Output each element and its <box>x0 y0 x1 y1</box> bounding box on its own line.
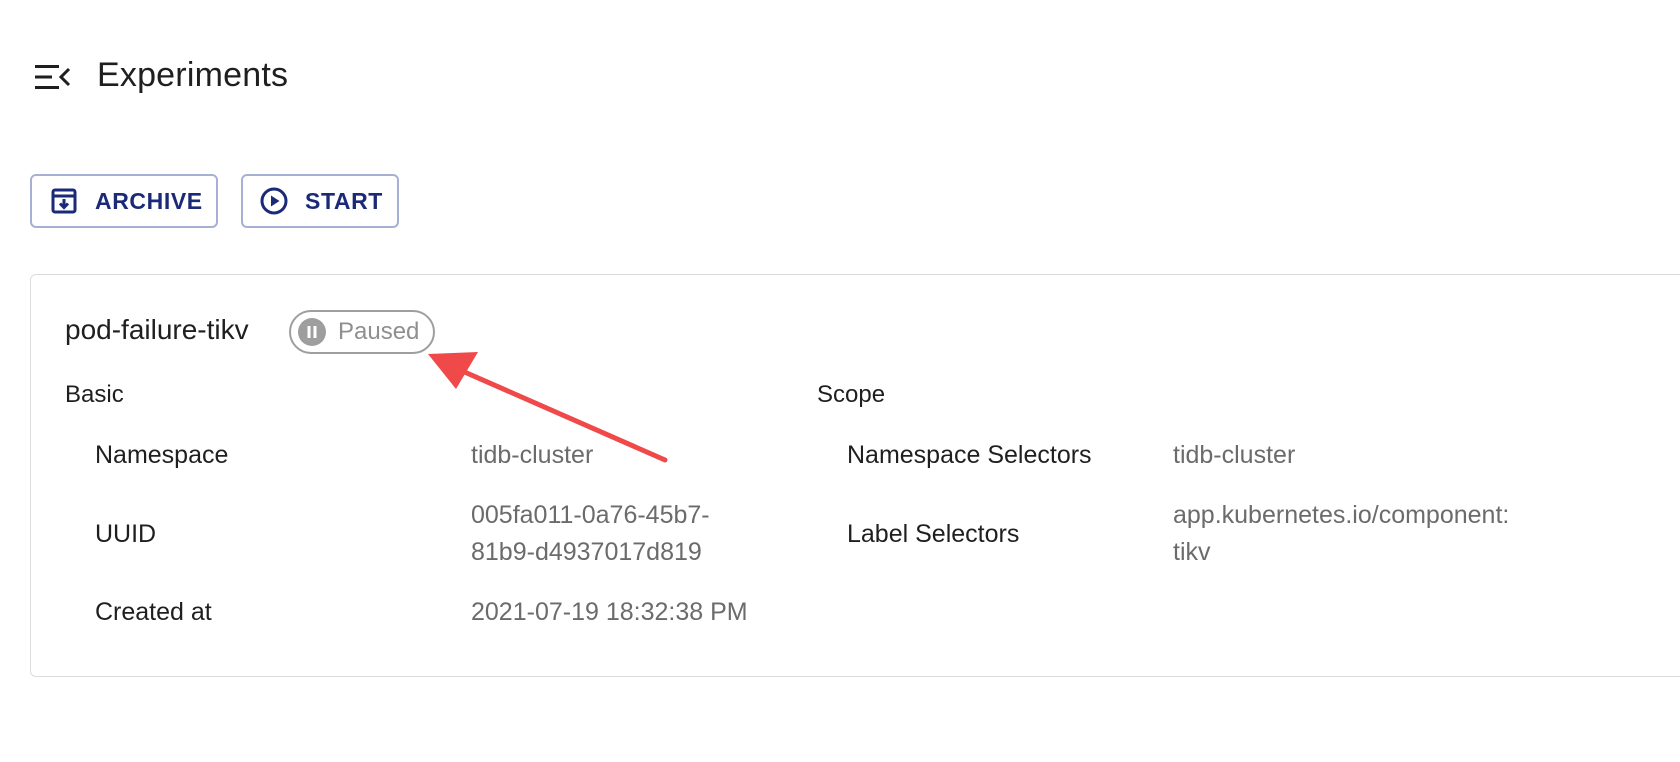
section-title-scope: Scope <box>817 381 886 408</box>
start-button-label: START <box>305 187 383 214</box>
section-title-basic: Basic <box>65 381 124 408</box>
archive-button-label: ARCHIVE <box>95 187 203 214</box>
start-button[interactable]: START <box>241 174 399 228</box>
value-label-selectors-line1: app.kubernetes.io/component: <box>1173 501 1510 529</box>
label-namespace: Namespace <box>95 441 229 469</box>
value-uuid-line2: 81b9-d4937017d819 <box>471 538 702 566</box>
pause-circle-icon <box>298 318 326 346</box>
label-uuid: UUID <box>95 520 157 548</box>
status-label: Paused <box>338 318 420 345</box>
archive-icon <box>51 188 77 214</box>
value-namespace: tidb-cluster <box>471 441 594 469</box>
label-label-selectors: Label Selectors <box>847 520 1020 548</box>
experiment-name: pod-failure-tikv <box>65 314 249 345</box>
experiment-detail-card <box>30 274 1680 677</box>
menu-collapse-icon[interactable] <box>35 64 71 90</box>
value-created-at: 2021-07-19 18:32:38 PM <box>471 598 748 626</box>
play-circle-icon <box>260 187 288 215</box>
archive-button[interactable]: ARCHIVE <box>30 174 218 228</box>
page-title: Experiments <box>97 56 289 94</box>
value-label-selectors-line2: tikv <box>1173 538 1211 566</box>
label-created-at: Created at <box>95 598 212 626</box>
experiments-page: Experiments ARCHIVE START pod-failure-ti… <box>0 0 1680 762</box>
value-uuid-line1: 005fa011-0a76-45b7- <box>471 501 710 529</box>
status-badge: Paused <box>289 310 435 354</box>
label-namespace-selectors: Namespace Selectors <box>847 441 1092 469</box>
value-namespace-selectors: tidb-cluster <box>1173 441 1296 469</box>
